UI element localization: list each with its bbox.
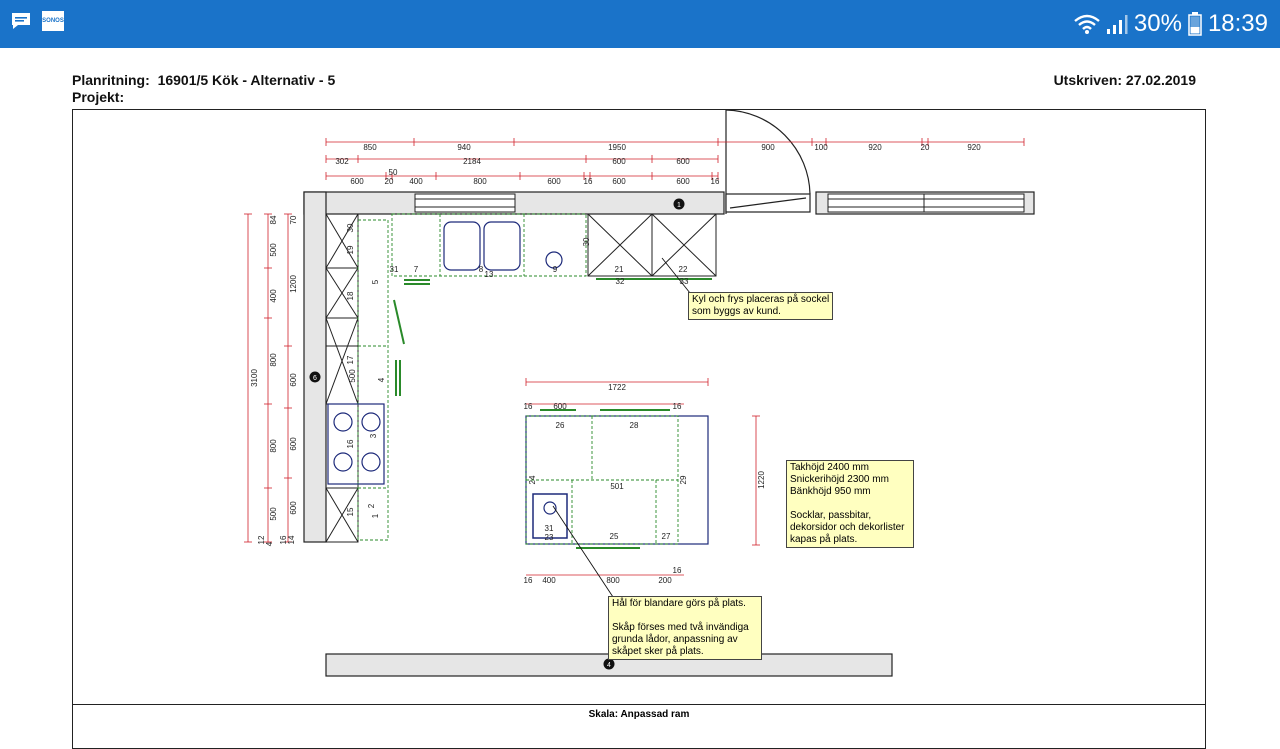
plan-title: Planritning: 16901/5 Kök - Alternativ - … <box>72 72 335 88</box>
printed-date: Utskriven: 27.02.2019 <box>1053 72 1196 88</box>
notification-icons: SONOS <box>10 11 64 31</box>
battery-icon <box>1188 12 1202 36</box>
project-label: Projekt: <box>72 89 125 105</box>
clock: 18:39 <box>1207 10 1268 37</box>
note-fridge: Kyl och frys placeras på sockel som bygg… <box>688 292 834 320</box>
message-icon <box>12 13 30 29</box>
scale-label: Skala: Anpassad ram <box>588 709 690 720</box>
status-bar: SONOS 30% 18:39 <box>0 0 1280 48</box>
note-heights: Takhöjd 2400 mm Snickerihöjd 2300 mm Bän… <box>786 460 914 548</box>
wifi-icon <box>1074 14 1100 34</box>
plan-label: Planritning: <box>72 72 150 88</box>
signal-icon <box>1106 15 1128 34</box>
plan-value: 16901/5 Kök - Alternativ - 5 <box>157 72 336 88</box>
battery-percent: 30% <box>1133 10 1182 37</box>
note-mixer: Hål för blandare görs på plats. Skåp för… <box>608 596 762 660</box>
system-status: 30% 18:39 <box>1074 8 1268 40</box>
sonos-icon: SONOS <box>42 11 64 31</box>
scale-bar: Skala: Anpassad ram <box>72 704 1206 725</box>
